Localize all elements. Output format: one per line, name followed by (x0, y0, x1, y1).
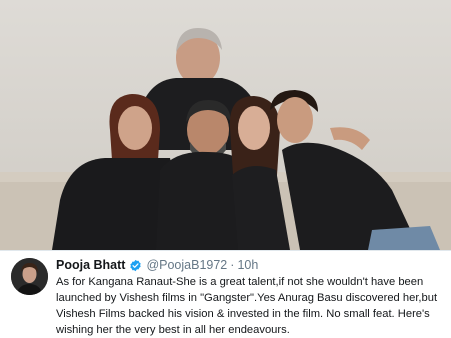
author-handle[interactable]: @PoojaB1972 (146, 257, 227, 274)
profile-avatar[interactable] (11, 258, 48, 295)
profile-photo-icon (11, 258, 48, 295)
tweet-timestamp[interactable]: 10h (237, 257, 258, 274)
tweet-text-line: As for Kangana Ranaut-She is a great tal… (56, 276, 424, 288)
person-right-face (238, 106, 270, 150)
person-left-face (118, 106, 152, 150)
tweet-text-line: wishing her the very best in all her end… (56, 324, 290, 336)
tweet-text-line: launched by Vishesh films in "Gangster".… (56, 292, 438, 304)
person-far-right-face (277, 97, 313, 143)
tweet-header: Pooja Bhatt @PoojaB1972 · 10h (56, 257, 258, 274)
tweet-card[interactable]: Pooja Bhatt @PoojaB1972 · 10h As for Kan… (0, 250, 451, 338)
verified-badge-icon (129, 259, 142, 272)
group-photo-illustration (0, 0, 451, 250)
author-name[interactable]: Pooja Bhatt (56, 257, 125, 274)
screenshot-frame: Pooja Bhatt @PoojaB1972 · 10h As for Kan… (0, 0, 451, 338)
tweet-text-line: Vishesh Films backed his vision & invest… (56, 308, 430, 320)
separator-dot: · (230, 258, 235, 272)
group-photo (0, 0, 451, 250)
tweet-text: As for Kangana Ranaut-She is a great tal… (56, 274, 448, 338)
